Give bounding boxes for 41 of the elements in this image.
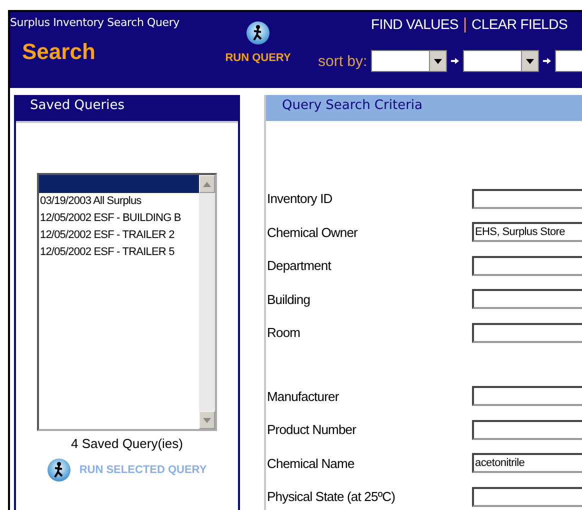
caret-icon bbox=[434, 58, 442, 64]
field-label: Chemical Name bbox=[266, 456, 356, 471]
input-field[interactable] bbox=[472, 386, 582, 406]
field-label: Department bbox=[266, 258, 332, 274]
header-link[interactable]: CLEAR FIELDS bbox=[472, 16, 568, 32]
link-separator: | bbox=[462, 15, 468, 33]
arrow-icon bbox=[451, 57, 460, 65]
list-item[interactable]: 12/05/2002 ESF - TRAILER 2 bbox=[39, 227, 199, 244]
input-field[interactable]: EHS, Surplus Store bbox=[472, 222, 582, 242]
panel-title: Query Search Criteria bbox=[266, 95, 582, 121]
panel-title: Saved Queries bbox=[16, 95, 238, 123]
page-heading: Search bbox=[22, 39, 96, 65]
arrow-icon bbox=[543, 57, 552, 65]
input-field[interactable] bbox=[472, 322, 582, 343]
field-label: Room bbox=[266, 325, 302, 340]
field-label: Manufacturer bbox=[266, 388, 340, 404]
caret-icon bbox=[526, 58, 534, 64]
input-field[interactable] bbox=[472, 256, 582, 276]
field-label: Product Number bbox=[266, 422, 358, 438]
list-item[interactable]: 12/05/2002 ESF - TRAILER 5 bbox=[39, 244, 199, 261]
field-label: Chemical Owner bbox=[266, 224, 359, 240]
walking-figure-icon[interactable] bbox=[246, 21, 270, 45]
input-field[interactable] bbox=[472, 486, 582, 507]
input-field[interactable] bbox=[472, 420, 582, 440]
run-query-link[interactable]: RUN QUERY bbox=[225, 52, 291, 64]
field-label: Building bbox=[266, 292, 312, 307]
input-field[interactable]: acetonitrile bbox=[472, 453, 582, 474]
header-link[interactable]: FIND VALUES bbox=[371, 16, 458, 32]
input-field[interactable] bbox=[472, 289, 582, 310]
list-item[interactable]: 03/19/2003 All Surplus bbox=[39, 193, 199, 210]
sort-dropdown[interactable] bbox=[371, 50, 448, 72]
input-field[interactable] bbox=[472, 188, 582, 209]
walking-figure-icon[interactable] bbox=[47, 457, 72, 483]
field-label: Inventory ID bbox=[266, 191, 334, 206]
app-title: Surplus Inventory Search Query bbox=[10, 16, 180, 29]
sort-dropdown[interactable] bbox=[463, 50, 540, 72]
list-item[interactable]: 12/05/2002 ESF - BUILDING B bbox=[39, 210, 199, 227]
sort-label: sort by: bbox=[318, 52, 368, 70]
saved-queries-list[interactable]: 03/19/2003 All Surplus 12/05/2002 ESF - BUILDING B 12/05/2002 ESF - TRAILER 2 12/05/2002 ESF - TRAILER 5 bbox=[37, 173, 217, 431]
query-count: 4 Saved Query(ies) bbox=[71, 436, 183, 451]
field-label: Physical State (at 25ºC) bbox=[266, 489, 396, 504]
